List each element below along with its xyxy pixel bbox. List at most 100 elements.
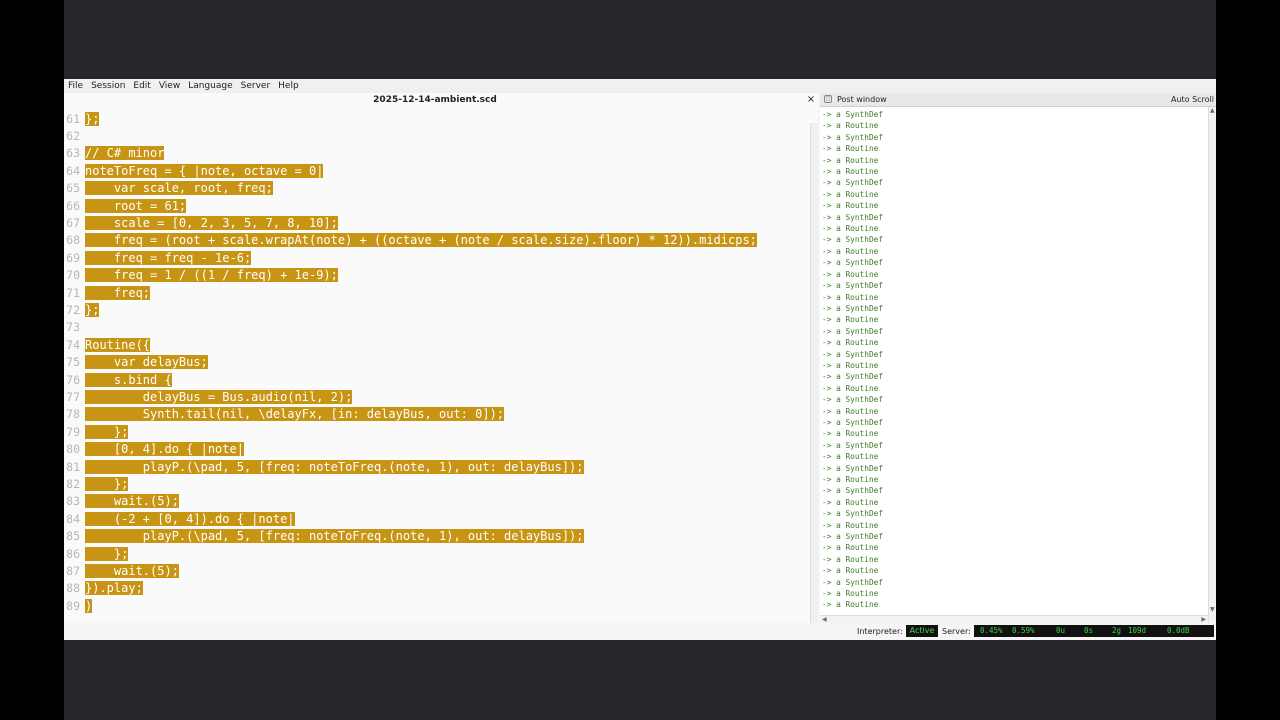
- selected-code: delayBus = Bus.audio(nil, 2);: [85, 389, 353, 404]
- sc-ide-window: File Session Edit View Language Server H…: [64, 79, 1216, 640]
- code-text: // C# minor: [85, 145, 165, 162]
- code-line[interactable]: 62: [64, 128, 810, 145]
- post-vertical-scrollbar[interactable]: ▲ ▼: [1208, 107, 1216, 623]
- code-line[interactable]: 64 noteToFreq = { |note, octave = 0|: [64, 163, 810, 180]
- code-line[interactable]: 81 playP.(\pad, 5, [freq: noteToFreq.(no…: [64, 459, 810, 476]
- menu-view[interactable]: View: [159, 79, 180, 93]
- post-line: -> a Routine: [822, 269, 879, 279]
- post-output: -> a SynthDef -> a Routine -> a SynthDef ->…: [822, 109, 1202, 611]
- scroll-left-icon[interactable]: ◀: [822, 616, 827, 623]
- selected-code: s.bind {: [85, 372, 172, 387]
- code-line[interactable]: 70 freq = 1 / ((1 / freq) + 1e-9);: [64, 267, 810, 284]
- selected-code: };: [85, 111, 100, 126]
- post-line: -> a SynthDef: [822, 395, 884, 405]
- post-line: -> a SynthDef: [822, 349, 884, 359]
- code-line[interactable]: 68 freq = (root + scale.wrapAt(note) + (…: [64, 232, 810, 249]
- close-document-icon[interactable]: ×: [804, 94, 818, 105]
- menu-language[interactable]: Language: [188, 79, 232, 93]
- code-line[interactable]: 71 freq;: [64, 285, 810, 302]
- line-number: 85: [66, 529, 80, 544]
- selected-code: ): [85, 598, 93, 613]
- document-tab[interactable]: 2025-12-14-ambient.scd ×: [64, 93, 818, 107]
- scroll-down-icon[interactable]: ▼: [1210, 606, 1215, 613]
- selected-code: freq = (root + scale.wrapAt(note) + ((oc…: [85, 233, 757, 248]
- post-line: -> a Routine: [822, 155, 879, 165]
- post-line: -> a Routine: [822, 338, 879, 348]
- code-line[interactable]: 66 root = 61;: [64, 198, 810, 215]
- code-line[interactable]: 86 };: [64, 546, 810, 563]
- peak-cpu: 0.59%: [1012, 626, 1035, 635]
- post-line: -> a Routine: [822, 543, 879, 553]
- code-line[interactable]: 76 s.bind {: [64, 372, 810, 389]
- line-number: 64: [66, 163, 80, 178]
- selected-code: };: [85, 302, 100, 317]
- code-line[interactable]: 88}).play;: [64, 580, 810, 597]
- code-line[interactable]: 82 };: [64, 476, 810, 493]
- code-line[interactable]: 74 Routine({: [64, 337, 810, 354]
- code-line[interactable]: 85 playP.(\pad, 5, [freq: noteToFreq.(no…: [64, 528, 810, 545]
- scroll-right-icon[interactable]: ▶: [1201, 616, 1206, 623]
- code-line[interactable]: 87 wait.(5);: [64, 563, 810, 580]
- ugen-count: 0u: [1056, 626, 1066, 635]
- server-status[interactable]: 0.45% 0.59% 0u 0s 2g 109d 0.0dB: [974, 625, 1214, 637]
- volume[interactable]: 0.0dB: [1167, 626, 1190, 635]
- menu-session[interactable]: Session: [91, 79, 125, 93]
- code-line[interactable]: 79 };: [64, 424, 810, 441]
- menu-file[interactable]: File: [68, 79, 83, 93]
- menu-server[interactable]: Server: [241, 79, 271, 93]
- line-number: 62: [66, 128, 80, 143]
- post-line: -> a Routine: [822, 292, 879, 302]
- post-line: -> a SynthDef: [822, 303, 884, 313]
- post-line: -> a Routine: [822, 520, 879, 530]
- line-number: 79: [66, 424, 80, 439]
- code-line[interactable]: 61};: [64, 111, 810, 128]
- code-line[interactable]: 73: [64, 319, 810, 336]
- post-line: -> a SynthDef: [822, 281, 884, 291]
- code-line[interactable]: 63 // C# minor: [64, 145, 810, 162]
- code-text: };: [85, 302, 100, 319]
- avg-cpu: 0.45%: [980, 626, 1003, 635]
- selected-code: }).play;: [85, 581, 143, 596]
- line-number: 65: [66, 181, 80, 196]
- scroll-up-icon[interactable]: ▲: [1210, 107, 1215, 114]
- post-line: -> a Routine: [822, 201, 879, 211]
- selected-code: wait.(5);: [85, 494, 179, 509]
- document-title: 2025-12-14-ambient.scd: [373, 95, 497, 105]
- editor-vertical-scrollbar[interactable]: [810, 123, 818, 637]
- post-line: -> a Routine: [822, 475, 879, 484]
- post-line: -> a Routine: [822, 360, 879, 370]
- code-line[interactable]: 72};: [64, 302, 810, 319]
- menu-edit[interactable]: Edit: [133, 79, 150, 93]
- menu-help[interactable]: Help: [278, 79, 299, 93]
- code-line[interactable]: 65 var scale, root, freq;: [64, 180, 810, 197]
- code-text: };: [85, 546, 129, 563]
- post-line: -> a Routine: [822, 246, 879, 256]
- code-text: root = 61;: [85, 198, 187, 215]
- dock-icon[interactable]: ◻: [824, 95, 832, 103]
- code-line[interactable]: 67 scale = [0, 2, 3, 5, 7, 8, 10];: [64, 215, 810, 232]
- code-line[interactable]: 69 freq = freq - 1e-6;: [64, 250, 810, 267]
- post-horizontal-scrollbar[interactable]: ◀ ▶: [820, 615, 1208, 623]
- code-text: delayBus = Bus.audio(nil, 2);: [85, 389, 353, 406]
- selected-code: playP.(\pad, 5, [freq: noteToFreq.(note,…: [85, 529, 584, 544]
- auto-scroll-button[interactable]: Auto Scroll: [1171, 95, 1214, 104]
- post-line: -> a SynthDef: [822, 212, 884, 222]
- line-number: 63: [66, 146, 80, 161]
- code-editor[interactable]: 2025-12-14-ambient.scd × 61}; 62 63 // C# m…: [64, 93, 818, 637]
- code-area[interactable]: 61}; 62 63 // C# minor 64 noteToFreq = { |not…: [64, 107, 810, 623]
- code-line[interactable]: 77 delayBus = Bus.audio(nil, 2);: [64, 389, 810, 406]
- code-text: noteToFreq = { |note, octave = 0|: [85, 163, 324, 180]
- line-number: 83: [66, 494, 80, 509]
- line-number: 75: [66, 355, 80, 370]
- code-line[interactable]: 83 wait.(5);: [64, 493, 810, 510]
- code-line[interactable]: 89): [64, 598, 810, 615]
- code-line[interactable]: 80 [0, 4].do { |note|: [64, 441, 810, 458]
- interpreter-status[interactable]: Active: [906, 625, 938, 637]
- selected-code: root = 61;: [85, 198, 187, 213]
- code-line[interactable]: 84 (-2 + [0, 4]).do { |note|: [64, 511, 810, 528]
- code-line[interactable]: 78 Synth.tail(nil, \delayFx, [in: delayB…: [64, 406, 810, 423]
- post-line: -> a SynthDef: [822, 326, 884, 336]
- code-line[interactable]: 75 var delayBus;: [64, 354, 810, 371]
- selected-code: // C# minor: [85, 146, 165, 161]
- code-text: wait.(5);: [85, 493, 179, 510]
